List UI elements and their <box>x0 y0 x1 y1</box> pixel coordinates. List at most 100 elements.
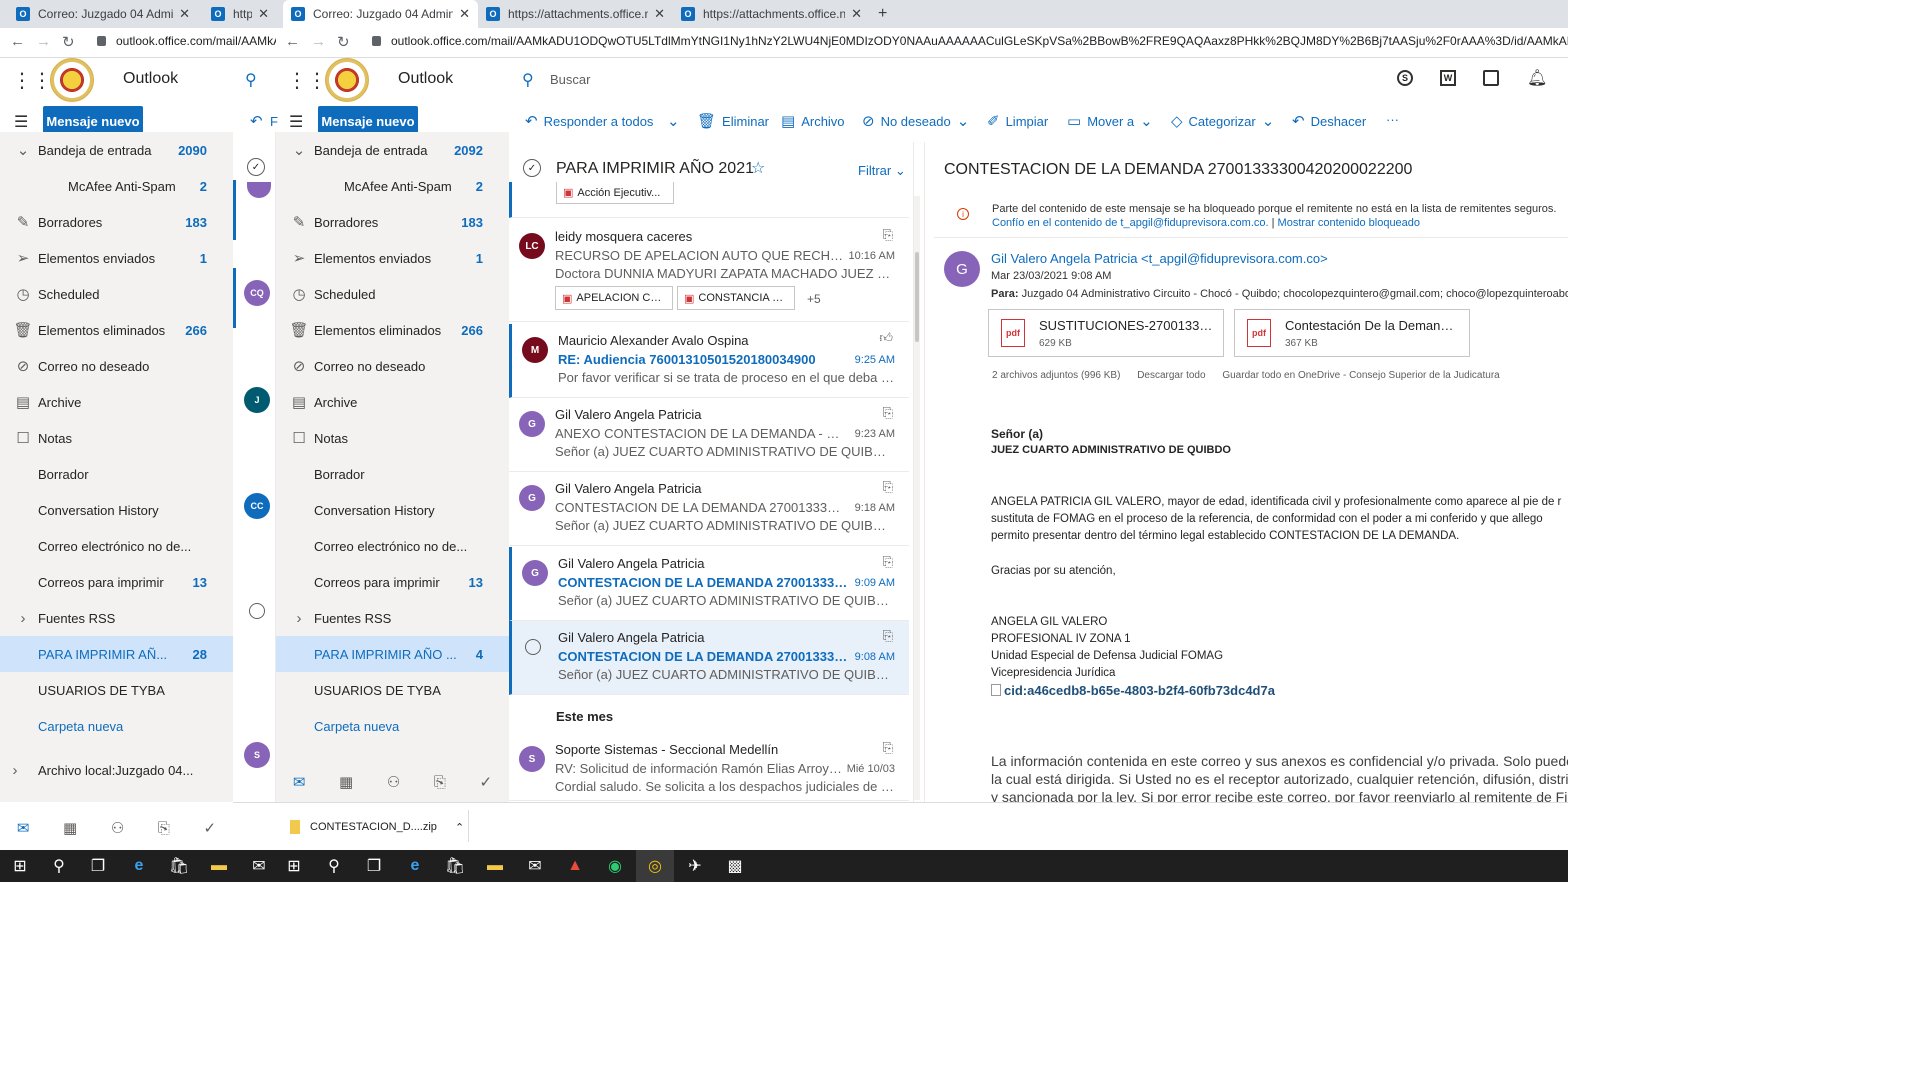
mail-app-icon[interactable]: ✉︎ <box>240 850 278 882</box>
sender-avatar[interactable]: G <box>944 251 980 287</box>
folder-item[interactable]: 🗑︎ Elementos eliminados 266 <box>0 312 233 348</box>
download-all-link[interactable]: Descargar todo <box>1137 370 1205 381</box>
windows-start-icon[interactable]: ⊞ <box>1 850 39 882</box>
folder-item[interactable]: ⊘ Correo no deseado <box>0 348 233 384</box>
strip-avatar[interactable]: CC <box>244 493 270 519</box>
attachment-card[interactable]: pdf SUSTITUCIONES-2700133330... 629 KB <box>988 309 1224 357</box>
people-icon[interactable]: ⚇ <box>111 819 124 837</box>
taskbar-search-icon[interactable]: ⚲ <box>40 850 78 882</box>
sender-avatar[interactable]: S <box>519 746 545 772</box>
folder-item[interactable]: ⊘ Correo no deseado <box>276 348 509 384</box>
mail-icon[interactable]: ✉︎ <box>17 819 30 837</box>
explorer-icon-2[interactable]: ▬ <box>476 850 514 882</box>
calendar-icon[interactable]: ▦ <box>339 773 353 791</box>
skype-icon[interactable]: S <box>1397 70 1413 86</box>
message-item[interactable]: G Gil Valero Angela Patricia ANEXO CONTEST… <box>509 398 909 472</box>
bell-icon[interactable]: 🔔︎ <box>1527 68 1547 88</box>
back-icon[interactable]: ← <box>10 33 25 50</box>
todo-icon[interactable]: ✓ <box>204 819 217 837</box>
message-item[interactable]: G Gil Valero Angela Patricia CONTESTACION … <box>509 547 909 621</box>
office-icon[interactable]: W <box>1440 70 1456 86</box>
photos-icon[interactable]: ▩ <box>716 850 754 882</box>
sender-name[interactable]: Gil Valero Angela Patricia <t_apgil@fidu… <box>991 251 1328 266</box>
folder-archive-local[interactable]: › Archivo local:Juzgado 04... <box>0 752 233 788</box>
reload-icon[interactable]: ↻ <box>62 33 75 51</box>
folder-item[interactable]: › Fuentes RSS <box>0 600 233 636</box>
paperclip-icon[interactable]: ⎘ <box>158 820 170 837</box>
close-tab-icon[interactable]: ✕ <box>179 6 190 22</box>
attachment-card[interactable]: pdf Contestación De la Demanda ... 367 KB <box>1234 309 1470 357</box>
folder-item[interactable]: ➢ Elementos enviados 1 <box>276 240 509 276</box>
folder-item[interactable]: USUARIOS DE TYBA <box>276 672 509 708</box>
download-item[interactable]: CONTESTACION_D....zip ⌃ <box>290 814 466 840</box>
folder-item[interactable]: PARA IMPRIMIR AÑ... 28 <box>0 636 233 672</box>
browser-tab[interactable]: Ohttps://att ✕ <box>203 0 277 28</box>
folder-item[interactable]: 🗑︎ Elementos eliminados 266 <box>276 312 509 348</box>
message-item[interactable]: G Gil Valero Angela Patricia CONTESTACION … <box>509 472 909 546</box>
search-icon[interactable]: ⚲ <box>245 70 257 90</box>
folder-item[interactable]: McAfee Anti-Spam 2 <box>0 168 233 204</box>
forward-icon-2[interactable]: → <box>311 33 326 50</box>
taskbar-search-icon-2[interactable]: ⚲ <box>315 850 353 882</box>
calendar-check-icon[interactable] <box>1483 70 1499 86</box>
todo-icon[interactable]: ✓ <box>480 773 493 791</box>
new-tab-button[interactable]: + <box>878 5 887 23</box>
delete-button[interactable]: 🗑︎ Eliminar <box>697 112 769 130</box>
folder-item[interactable]: ⌄ Bandeja de entrada 2092 <box>276 132 509 168</box>
url-left[interactable]: outlook.office.com/mail/AAMkA <box>116 34 276 48</box>
folder-item[interactable]: McAfee Anti-Spam 2 <box>276 168 509 204</box>
show-blocked-link[interactable]: Mostrar contenido bloqueado <box>1278 217 1420 229</box>
more-actions-button[interactable]: ··· <box>1386 112 1399 127</box>
list-scrollbar[interactable] <box>914 196 920 800</box>
search-icon-2[interactable]: ⚲ <box>522 70 534 90</box>
scroll-thumb[interactable] <box>915 252 919 342</box>
folder-item[interactable]: Carpeta nueva <box>0 708 233 744</box>
select-all-icon-2[interactable]: ✓ <box>523 159 541 177</box>
folder-item[interactable]: Correo electrónico no de... <box>276 528 509 564</box>
more-attachments[interactable]: +5 <box>807 292 821 306</box>
app-icon[interactable]: ✈︎ <box>676 850 714 882</box>
sender-avatar[interactable]: G <box>519 485 545 511</box>
strip-avatar[interactable]: S <box>244 742 270 768</box>
edge-new-icon[interactable]: ◉ <box>596 850 634 882</box>
close-tab-icon[interactable]: ✕ <box>654 6 665 22</box>
move-button[interactable]: ▭ Mover a ⌄ <box>1067 112 1153 130</box>
message-item[interactable]: S Soporte Sistemas - Seccional Medellín RV… <box>509 733 909 801</box>
reload-icon-2[interactable]: ↻ <box>337 33 350 51</box>
folder-item[interactable]: ◷ Scheduled <box>276 276 509 312</box>
message-item[interactable]: Gil Valero Angela Patricia CONTESTACION D… <box>509 621 909 695</box>
folder-item[interactable]: Carpeta nueva <box>276 708 509 744</box>
folder-item[interactable]: Correos para imprimir 13 <box>0 564 233 600</box>
back-icon-2[interactable]: ← <box>285 33 300 50</box>
hamburger-icon[interactable]: ☰ <box>14 112 28 132</box>
edge-icon[interactable]: e <box>120 850 158 882</box>
folder-item[interactable]: ➢ Elementos enviados 1 <box>0 240 233 276</box>
browser-tab[interactable]: O Correo: Juzgado 04 Administrativ ✕ <box>8 0 198 28</box>
sender-avatar[interactable]: G <box>519 411 545 437</box>
message-item[interactable]: LC leidy mosquera caceres RECURSO DE APELA… <box>509 220 909 322</box>
folder-item[interactable]: ☐ Notas <box>276 420 509 456</box>
acrobat-icon[interactable]: ▲ <box>556 850 594 882</box>
folder-item[interactable]: Correo electrónico no de... <box>0 528 233 564</box>
like-icon[interactable]: 👍︎ <box>879 330 893 346</box>
forward-icon[interactable]: → <box>36 33 51 50</box>
folder-item[interactable]: ▤ Archive <box>0 384 233 420</box>
edge-icon-2[interactable]: e <box>396 850 434 882</box>
store-icon[interactable]: 🛍︎ <box>160 850 198 882</box>
strip-avatar[interactable]: J <box>244 387 270 413</box>
mail-icon[interactable]: ✉︎ <box>293 773 306 791</box>
folder-item[interactable]: ◷ Scheduled <box>0 276 233 312</box>
undo-button[interactable]: ↶ Deshacer <box>1292 112 1366 130</box>
archive-button[interactable]: ▤ Archivo <box>781 112 845 130</box>
people-icon[interactable]: ⚇ <box>387 773 400 791</box>
folder-item[interactable]: Conversation History <box>0 492 233 528</box>
folder-item[interactable]: ▤ Archive <box>276 384 509 420</box>
filter-button[interactable]: Filtrar ⌄ <box>858 163 906 179</box>
attachment-chip[interactable]: ▣ Acción Ejecutiv... <box>556 182 674 204</box>
message-item[interactable]: M Mauricio Alexander Avalo Ospina RE: Audi… <box>509 324 909 398</box>
calendar-icon[interactable]: ▦ <box>63 819 77 837</box>
strip-select-radio[interactable] <box>249 603 265 619</box>
trust-sender-link[interactable]: Confío en el contenido de t_apgil@fidupr… <box>992 217 1269 229</box>
strip-avatar[interactable]: CQ <box>244 280 270 306</box>
paperclip-icon[interactable]: ⎘ <box>434 774 446 791</box>
